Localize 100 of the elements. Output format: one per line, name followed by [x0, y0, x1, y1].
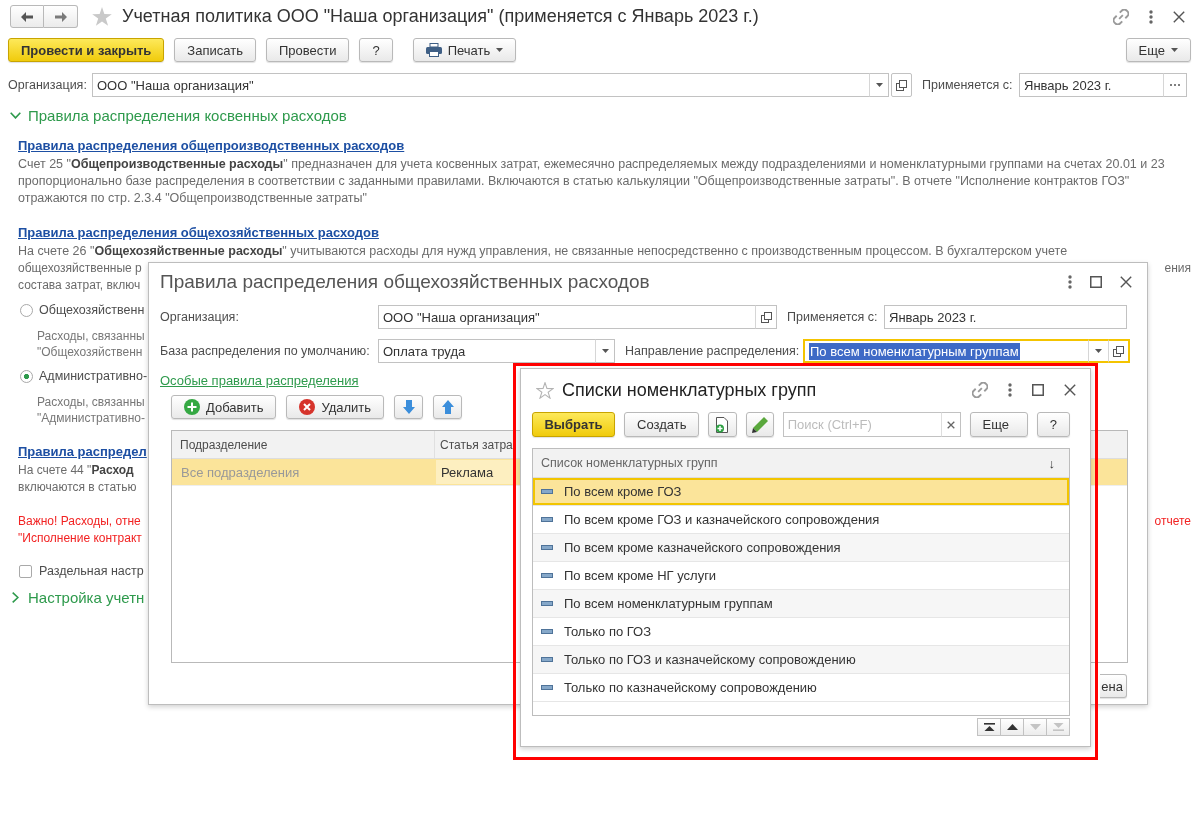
nav-button[interactable]	[977, 718, 1001, 736]
checkbox[interactable]	[19, 564, 32, 578]
window-title: Учетная политика ООО "Наша организация" (применяется с Январь 2023 г.)	[122, 6, 759, 27]
back-arrow-icon	[21, 11, 33, 22]
list-item[interactable]: Только по ГОЗ и казначейскому сопровождению	[533, 646, 1069, 674]
radio-label[interactable]: Административно-	[39, 369, 148, 383]
input-field[interactable]: ООО "Наша организация"	[92, 73, 869, 97]
edit-button[interactable]	[745, 412, 774, 437]
dialog-button[interactable]: ена	[1100, 674, 1127, 698]
triangle-up-icon	[1006, 724, 1018, 730]
toolbar-button[interactable]: Провести	[265, 38, 350, 62]
close-icon[interactable]	[1064, 384, 1076, 396]
open-button[interactable]	[1108, 339, 1130, 363]
field-label: Организация:	[8, 78, 88, 92]
checkbox-label[interactable]: Раздельная настр	[39, 564, 144, 578]
column-header[interactable]: Подразделение	[172, 431, 435, 458]
dash-icon	[541, 629, 553, 634]
dropdown-button[interactable]	[869, 73, 889, 97]
field-label: Направление распределения:	[625, 344, 801, 358]
link-icon[interactable]	[1113, 8, 1129, 25]
more-icon[interactable]	[1068, 275, 1072, 289]
caret-icon	[1095, 349, 1102, 353]
forward-arrow-icon	[54, 11, 67, 22]
ellipsis-button[interactable]	[1163, 73, 1187, 97]
up-arrow-icon	[441, 400, 454, 414]
special-rules-link[interactable]: Особые правила распределения	[160, 373, 359, 389]
move-up-button[interactable]	[433, 395, 463, 419]
field-label: Применяется с:	[787, 310, 879, 324]
open-icon	[1113, 345, 1124, 357]
column-header[interactable]: Список номенклатурных групп	[541, 456, 718, 470]
input-field[interactable]: Январь 2023 г.	[884, 305, 1127, 329]
open-button[interactable]	[891, 73, 912, 97]
input-field[interactable]: ООО "Наша организация"	[378, 305, 755, 329]
toolbar-button[interactable]: ?	[359, 38, 393, 62]
primary-button[interactable]: Провести и закрыть	[8, 38, 165, 62]
field-label: База распределения по умолчанию:	[160, 344, 371, 358]
add-button[interactable]: Добавить	[171, 395, 277, 419]
field-label: Организация:	[160, 310, 240, 324]
radio-button[interactable]	[20, 303, 33, 317]
option-description: Расходы, связанны "Административно-	[37, 394, 145, 426]
close-icon[interactable]	[1120, 276, 1132, 288]
maximize-icon[interactable]	[1032, 384, 1044, 396]
move-down-button[interactable]	[394, 395, 424, 419]
star-icon[interactable]	[92, 7, 112, 26]
document-plus-icon	[715, 416, 730, 433]
more-button[interactable]: Еще	[969, 412, 1028, 437]
list-item[interactable]: По всем кроме казначейского сопровождения	[533, 534, 1069, 562]
list-item[interactable]: По всем номенклатурным группам	[533, 590, 1069, 618]
clear-button[interactable]	[940, 412, 961, 437]
group-title[interactable]: Правила распределения косвенных расходов	[28, 106, 347, 124]
list-item[interactable]: По всем кроме ГОЗ	[533, 478, 1069, 506]
section-link[interactable]: Правила распредел	[18, 443, 147, 460]
triangle-down-icon	[1029, 724, 1041, 730]
dialog-title: Правила распределения общехозяйственных расходов	[160, 271, 650, 293]
copy-button[interactable]	[708, 412, 737, 437]
section-link[interactable]: Правила распределения общепроизводственных расходов	[18, 137, 405, 154]
input-field[interactable]: По всем номенклатурным группам	[803, 339, 1088, 363]
toolbar-button[interactable]: Записать	[174, 38, 256, 62]
description-text: общехозяйственные р состава затрат, включ	[18, 260, 142, 294]
dropdown-button[interactable]	[595, 339, 615, 363]
star-icon[interactable]	[536, 381, 554, 399]
delete-button[interactable]: Удалить	[286, 395, 385, 419]
clear-icon	[946, 420, 955, 429]
dash-icon	[541, 657, 553, 662]
dash-icon	[541, 685, 553, 690]
description-text: На счете 44 "Расход включаются в статью	[18, 462, 137, 496]
maximize-icon[interactable]	[1090, 276, 1102, 288]
input-field[interactable]: Январь 2023 г.	[1019, 73, 1163, 97]
dropdown-button[interactable]	[1088, 339, 1108, 363]
link-icon[interactable]	[972, 382, 988, 398]
radio-button[interactable]	[20, 369, 33, 383]
warning-text: Важно! Расходы, отне "Исполнение контракт	[18, 513, 142, 547]
description-text: ения	[1164, 260, 1191, 277]
forward-button[interactable]	[44, 5, 78, 28]
primary-button[interactable]: Выбрать	[532, 412, 615, 437]
dash-icon	[541, 517, 553, 522]
pencil-icon	[751, 416, 768, 433]
search-field[interactable]: Поиск (Ctrl+F)	[782, 412, 941, 437]
input-field[interactable]: Оплата труда	[378, 339, 595, 363]
close-icon[interactable]	[1173, 10, 1185, 23]
section-link[interactable]: Правила распределения общехозяйственных расходов	[18, 224, 379, 241]
table-cell: Реклама	[436, 460, 516, 484]
open-button[interactable]	[755, 305, 777, 329]
back-button[interactable]	[10, 5, 44, 28]
column-header[interactable]: Статья затра	[435, 431, 515, 458]
nav-button[interactable]	[1000, 718, 1024, 736]
dash-icon	[541, 489, 553, 494]
chevron-down-icon[interactable]	[10, 111, 21, 119]
more-icon[interactable]	[1149, 9, 1153, 24]
print-button[interactable]: Печать	[412, 38, 517, 62]
more-button[interactable]: Еще	[1125, 38, 1191, 62]
group-title[interactable]: Настройка учетн	[28, 588, 145, 606]
down-arrow-icon	[402, 400, 415, 414]
more-icon[interactable]	[1008, 383, 1012, 397]
caret-icon	[1171, 48, 1178, 52]
option-description: Расходы, связанны "Общехозяйственн	[37, 328, 145, 360]
chevron-right-icon[interactable]	[12, 591, 19, 603]
radio-label[interactable]: Общехозяйственн	[39, 303, 145, 317]
toolbar-button[interactable]: ?	[1036, 412, 1070, 437]
toolbar-button[interactable]: Создать	[624, 412, 700, 437]
